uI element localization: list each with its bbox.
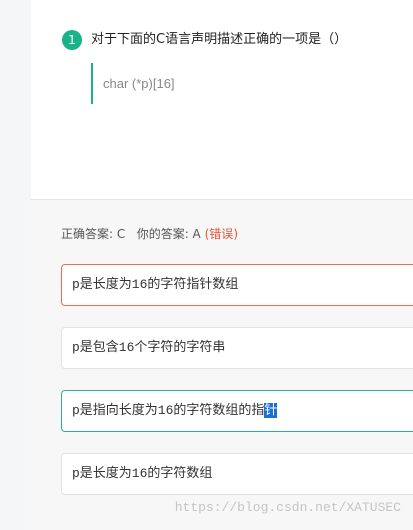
your-answer-label: 你的答案: A [136, 227, 201, 241]
selected-text: 针 [264, 403, 278, 418]
option-b-text: p是包含16个字符的字符串 [72, 340, 226, 355]
left-gutter [0, 0, 31, 530]
correct-answer-label: 正确答案: C [61, 227, 126, 241]
option-d-text: p是长度为16的字符数组 [72, 466, 213, 481]
code-snippet: char (*p)[16] [103, 76, 175, 91]
answer-summary: 正确答案: C 你的答案: A (错误) [61, 225, 238, 243]
option-a-text: p是长度为16的字符指针数组 [72, 277, 239, 292]
watermark: https://blog.csdn.net/XATUSEC [174, 500, 401, 515]
question-number-badge: 1 [62, 30, 82, 50]
question-text: 对于下面的C语言声明描述正确的一项是（） [91, 32, 348, 47]
option-c-text: p是指向长度为16的字符数组的指针 [72, 403, 278, 418]
option-c[interactable]: p是指向长度为16的字符数组的指针 [61, 390, 413, 432]
option-d[interactable]: p是长度为16的字符数组 [61, 453, 413, 495]
result-status: (错误) [204, 227, 238, 241]
option-b[interactable]: p是包含16个字符的字符串 [61, 327, 413, 369]
code-quote-bar [91, 63, 93, 104]
option-a[interactable]: p是长度为16的字符指针数组 [61, 264, 413, 306]
